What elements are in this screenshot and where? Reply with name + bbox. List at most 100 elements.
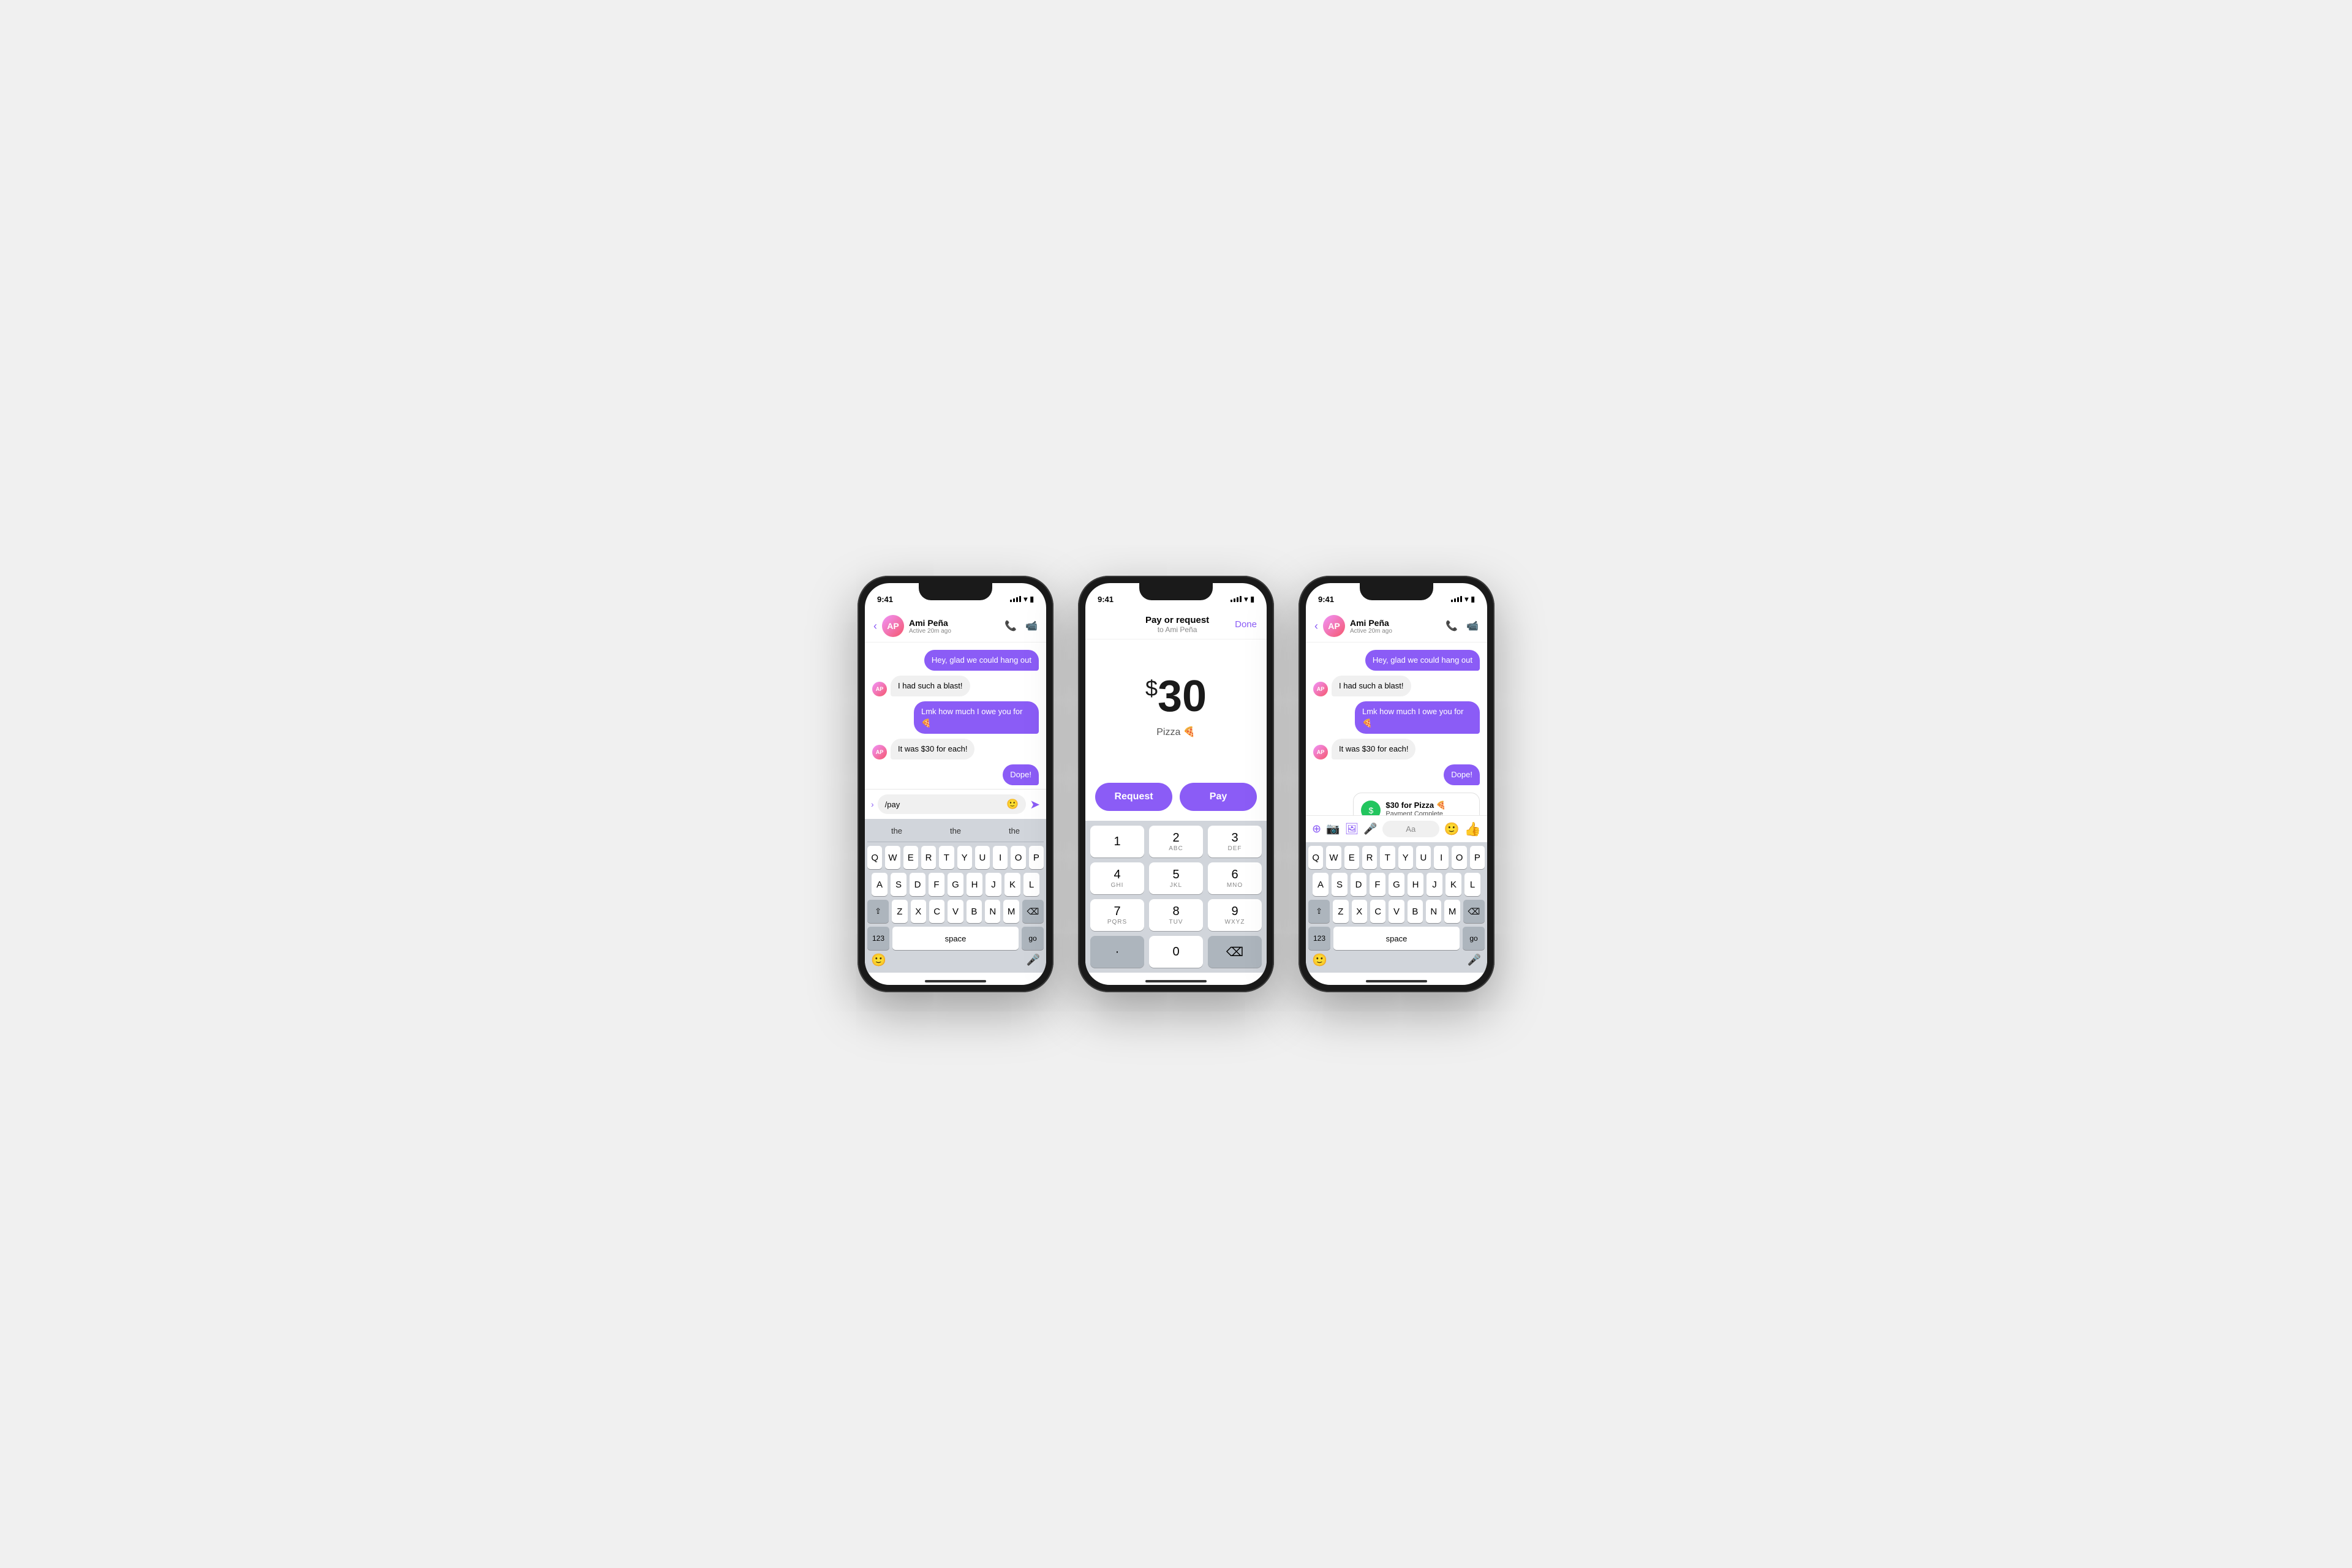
chevron-icon-1[interactable]: › <box>871 799 874 809</box>
key-delete-3[interactable]: ⌫ <box>1463 900 1485 923</box>
key-go-1[interactable]: go <box>1022 927 1044 950</box>
key-h[interactable]: H <box>967 873 982 896</box>
numpad-3[interactable]: 3 DEF <box>1208 826 1262 858</box>
numpad-1[interactable]: 1 <box>1090 826 1144 858</box>
key-n[interactable]: N <box>985 900 1000 923</box>
key-3-n[interactable]: N <box>1426 900 1441 923</box>
numpad-5[interactable]: 5 JKL <box>1149 862 1203 894</box>
thumb-icon-3[interactable]: 👍 <box>1464 821 1481 837</box>
key-go-3[interactable]: go <box>1463 927 1485 950</box>
kb-mic-icon-1[interactable]: 🎤 <box>1027 954 1040 967</box>
predictive-3[interactable]: the <box>1004 825 1025 837</box>
mic-icon-3[interactable]: 🎤 <box>1363 823 1377 835</box>
kb-emoji-icon-3[interactable]: 🙂 <box>1312 952 1327 968</box>
key-3-s[interactable]: S <box>1332 873 1348 896</box>
kb-emoji-icon-1[interactable]: 🙂 <box>871 952 886 968</box>
key-3-z[interactable]: Z <box>1333 900 1348 923</box>
key-l[interactable]: L <box>1023 873 1039 896</box>
key-3-k[interactable]: K <box>1446 873 1461 896</box>
key-c[interactable]: C <box>929 900 944 923</box>
gallery-icon-3[interactable]: 🖼 <box>1345 823 1359 835</box>
key-m[interactable]: M <box>1003 900 1019 923</box>
key-f[interactable]: F <box>929 873 944 896</box>
key-space-1[interactable]: space <box>892 927 1019 950</box>
key-3-c[interactable]: C <box>1370 900 1385 923</box>
key-3-t[interactable]: T <box>1380 846 1395 869</box>
key-3-v[interactable]: V <box>1389 900 1404 923</box>
key-o[interactable]: O <box>1011 846 1025 869</box>
predictive-1[interactable]: the <box>886 825 907 837</box>
key-shift-3[interactable]: ⇧ <box>1308 900 1330 923</box>
key-3-f[interactable]: F <box>1370 873 1385 896</box>
pay-button-2[interactable]: Pay <box>1180 783 1257 811</box>
key-3-x[interactable]: X <box>1352 900 1367 923</box>
emoji-icon-3[interactable]: 🙂 <box>1444 821 1460 837</box>
key-delete-1[interactable]: ⌫ <box>1022 900 1044 923</box>
video-icon-1[interactable]: 📹 <box>1025 620 1038 632</box>
done-button-2[interactable]: Done <box>1235 619 1257 630</box>
key-123-3[interactable]: 123 <box>1308 927 1330 950</box>
key-3-e[interactable]: E <box>1344 846 1359 869</box>
numpad-dot[interactable]: · <box>1090 936 1144 968</box>
back-button-1[interactable]: ‹ <box>873 620 877 633</box>
key-k[interactable]: K <box>1005 873 1020 896</box>
numpad-0[interactable]: 0 <box>1149 936 1203 968</box>
key-x[interactable]: X <box>911 900 926 923</box>
key-v[interactable]: V <box>948 900 963 923</box>
video-icon-3[interactable]: 📹 <box>1466 620 1479 632</box>
message-input-1[interactable]: /pay 🙂 <box>878 794 1027 814</box>
key-d[interactable]: D <box>910 873 925 896</box>
key-3-h[interactable]: H <box>1408 873 1423 896</box>
send-button-1[interactable]: ➤ <box>1030 797 1040 812</box>
key-3-p[interactable]: P <box>1470 846 1485 869</box>
call-icon-1[interactable]: 📞 <box>1005 620 1017 632</box>
kb-mic-icon-3[interactable]: 🎤 <box>1468 954 1481 967</box>
key-i[interactable]: I <box>993 846 1008 869</box>
key-y[interactable]: Y <box>957 846 972 869</box>
key-shift-1[interactable]: ⇧ <box>867 900 889 923</box>
key-z[interactable]: Z <box>892 900 907 923</box>
emoji-icon-1[interactable]: 🙂 <box>1006 798 1019 810</box>
key-3-l[interactable]: L <box>1464 873 1480 896</box>
key-u[interactable]: U <box>975 846 990 869</box>
key-3-j[interactable]: J <box>1427 873 1442 896</box>
numpad-2-key[interactable]: 2 ABC <box>1149 826 1203 858</box>
key-3-r[interactable]: R <box>1362 846 1377 869</box>
key-s[interactable]: S <box>891 873 907 896</box>
message-input-3[interactable]: Aa <box>1382 821 1439 837</box>
key-a[interactable]: A <box>872 873 888 896</box>
key-q[interactable]: Q <box>867 846 882 869</box>
key-3-i[interactable]: I <box>1434 846 1449 869</box>
key-3-y[interactable]: Y <box>1398 846 1413 869</box>
back-button-3[interactable]: ‹ <box>1314 620 1318 633</box>
numpad-9[interactable]: 9 WXYZ <box>1208 899 1262 931</box>
key-3-m[interactable]: M <box>1444 900 1460 923</box>
key-e[interactable]: E <box>903 846 918 869</box>
key-3-u[interactable]: U <box>1416 846 1431 869</box>
key-3-d[interactable]: D <box>1351 873 1366 896</box>
camera-icon-3[interactable]: 📷 <box>1326 823 1340 835</box>
key-3-a[interactable]: A <box>1313 873 1329 896</box>
numpad-4[interactable]: 4 GHI <box>1090 862 1144 894</box>
numpad-7[interactable]: 7 PQRS <box>1090 899 1144 931</box>
numpad-6[interactable]: 6 MNO <box>1208 862 1262 894</box>
key-j[interactable]: J <box>986 873 1001 896</box>
key-g[interactable]: G <box>948 873 963 896</box>
key-space-3[interactable]: space <box>1333 927 1460 950</box>
numpad-backspace[interactable]: ⌫ <box>1208 936 1262 968</box>
key-3-q[interactable]: Q <box>1308 846 1323 869</box>
key-p[interactable]: P <box>1029 846 1044 869</box>
request-button-2[interactable]: Request <box>1095 783 1172 811</box>
key-t[interactable]: T <box>939 846 954 869</box>
key-3-g[interactable]: G <box>1389 873 1404 896</box>
key-b[interactable]: B <box>967 900 982 923</box>
key-w[interactable]: W <box>885 846 900 869</box>
key-3-o[interactable]: O <box>1452 846 1466 869</box>
key-r[interactable]: R <box>921 846 936 869</box>
plus-icon-3[interactable]: ⊕ <box>1312 823 1321 835</box>
numpad-8[interactable]: 8 TUV <box>1149 899 1203 931</box>
call-icon-3[interactable]: 📞 <box>1446 620 1458 632</box>
key-3-b[interactable]: B <box>1408 900 1423 923</box>
key-123-1[interactable]: 123 <box>867 927 889 950</box>
key-3-w[interactable]: W <box>1326 846 1341 869</box>
